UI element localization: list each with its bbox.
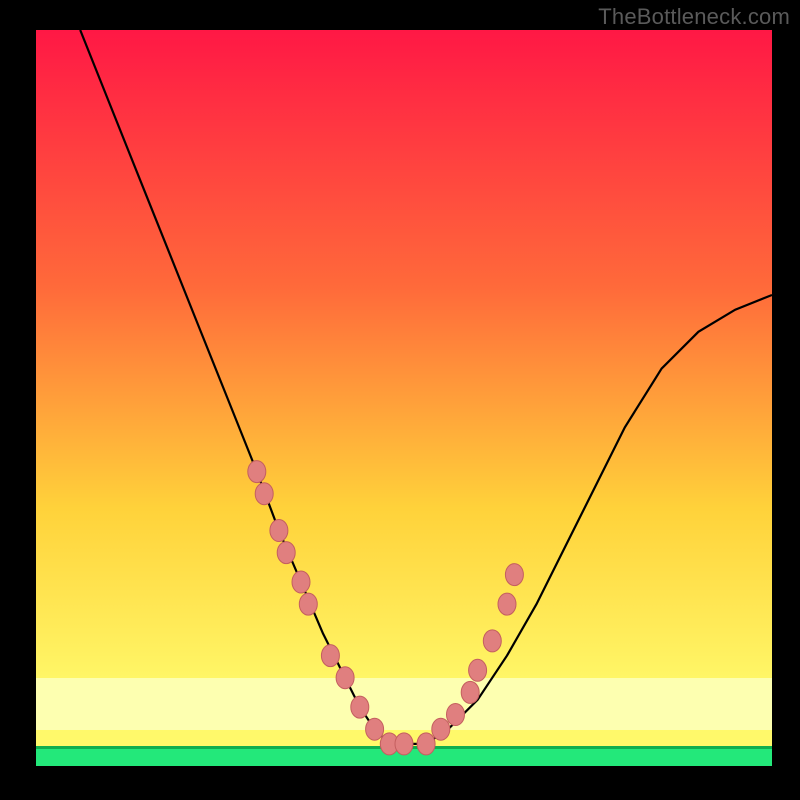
marker-dot — [505, 564, 523, 586]
marker-dot — [395, 733, 413, 755]
marker-dot — [498, 593, 516, 615]
marker-dot — [292, 571, 310, 593]
marker-dot — [432, 718, 450, 740]
marker-dot — [321, 645, 339, 667]
chart-frame: TheBottleneck.com — [0, 0, 800, 800]
marker-dot — [366, 718, 384, 740]
marker-dot — [336, 667, 354, 689]
marker-dot — [270, 520, 288, 542]
pale-band — [36, 678, 772, 730]
marker-dot — [248, 461, 266, 483]
marker-dot — [299, 593, 317, 615]
marker-dot — [255, 483, 273, 505]
marker-dot — [351, 696, 369, 718]
plot-area — [36, 30, 772, 766]
marker-dot — [469, 659, 487, 681]
marker-dot — [277, 542, 295, 564]
marker-dot — [417, 733, 435, 755]
watermark-text: TheBottleneck.com — [598, 4, 790, 30]
marker-dot — [447, 704, 465, 726]
gradient-bg — [36, 30, 772, 766]
marker-dot — [483, 630, 501, 652]
marker-dot — [461, 681, 479, 703]
chart-svg — [36, 30, 772, 766]
